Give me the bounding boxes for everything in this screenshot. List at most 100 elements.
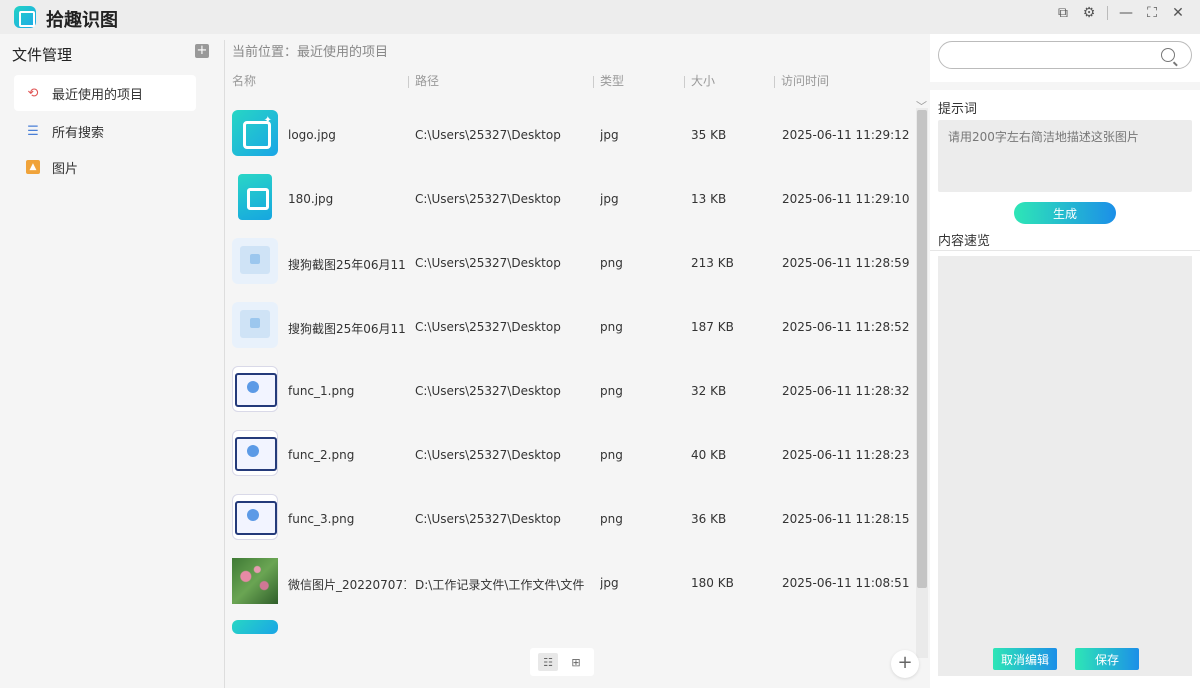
file-name: func_1.png: [288, 384, 355, 398]
settings-icon[interactable]: ⚙: [1081, 5, 1097, 21]
file-type: jpg: [600, 192, 619, 206]
file-thumbnail: [232, 494, 278, 540]
file-size: 180 KB: [691, 576, 734, 590]
file-type: png: [600, 448, 623, 462]
image-icon: ▲: [26, 160, 40, 174]
scrollbar[interactable]: [916, 108, 928, 658]
table-row[interactable]: 180.jpg C:\Users\25327\Desktop jpg 13 KB…: [226, 170, 916, 234]
file-thumbnail: [238, 174, 272, 220]
title-bar: 拾趣识图 ⧉ ⚙ — ⛶ ✕: [0, 0, 1200, 34]
sidebar-item-label: 所有搜索: [52, 125, 105, 141]
file-time: 2025-06-11 11:29:12: [782, 128, 910, 142]
file-name: logo.jpg: [288, 128, 336, 142]
file-path: C:\Users\25327\Desktop: [415, 384, 561, 398]
sidebar-item-label: 最近使用的项目: [52, 87, 144, 103]
file-time: 2025-06-11 11:08:51: [782, 576, 910, 590]
file-path: C:\Users\25327\Desktop: [415, 192, 561, 206]
content-preview-area[interactable]: [938, 256, 1192, 676]
close-icon[interactable]: ✕: [1170, 5, 1186, 21]
pin-icon[interactable]: ⧉: [1055, 5, 1071, 21]
add-folder-button[interactable]: +: [195, 44, 209, 58]
table-row-partial[interactable]: [226, 620, 916, 634]
sidebar-item-images[interactable]: ▲ 图片: [14, 149, 196, 185]
file-path: C:\Users\25327\Desktop: [415, 128, 561, 142]
sidebar-item-all-searches[interactable]: ☰ 所有搜索: [14, 113, 196, 149]
app-logo-icon: [14, 6, 36, 28]
generate-button[interactable]: 生成: [1014, 202, 1116, 224]
app-title: 拾趣识图: [46, 10, 118, 31]
scrollbar-thumb[interactable]: [917, 110, 927, 588]
column-type: 类型: [600, 74, 625, 88]
grid-view-icon[interactable]: ⊞: [566, 653, 586, 671]
save-button[interactable]: 保存: [1075, 648, 1139, 670]
file-type: png: [600, 384, 623, 398]
file-size: 187 KB: [691, 320, 734, 334]
prompt-input[interactable]: [938, 120, 1192, 192]
table-row[interactable]: logo.jpg C:\Users\25327\Desktop jpg 35 K…: [226, 106, 916, 170]
search-box[interactable]: [938, 41, 1192, 69]
preview-divider: [930, 250, 1200, 251]
file-size: 36 KB: [691, 512, 727, 526]
add-file-button[interactable]: +: [891, 650, 919, 678]
file-size: 32 KB: [691, 384, 727, 398]
file-type: png: [600, 512, 623, 526]
file-time: 2025-06-11 11:28:52: [782, 320, 910, 334]
column-type-header[interactable]: 类型: [593, 72, 624, 89]
minimize-icon[interactable]: —: [1118, 5, 1134, 21]
file-time: 2025-06-11 11:28:23: [782, 448, 910, 462]
window-controls: ⧉ ⚙ — ⛶ ✕: [1055, 5, 1186, 21]
file-path: D:\工作记录文件\工作文件\文件1: [415, 578, 585, 592]
column-size-header[interactable]: 大小: [684, 72, 715, 89]
table-row[interactable]: 微信图片_20220707170 D:\工作记录文件\工作文件\文件1 jpg …: [226, 554, 916, 618]
search-icon[interactable]: [1161, 48, 1175, 62]
sidebar-header: 文件管理: [12, 46, 73, 64]
file-path: C:\Users\25327\Desktop: [415, 320, 561, 334]
table-row[interactable]: func_2.png C:\Users\25327\Desktop png 40…: [226, 426, 916, 490]
file-name: 微信图片_20220707170: [288, 578, 406, 592]
sidebar-item-recent[interactable]: ⟲ 最近使用的项目: [14, 75, 196, 111]
file-time: 2025-06-11 11:28:15: [782, 512, 910, 526]
file-thumbnail: [232, 238, 278, 284]
file-type: jpg: [600, 576, 619, 590]
clock-icon: ⟲: [27, 85, 39, 101]
search-input[interactable]: [951, 46, 1151, 64]
sidebar-divider: [224, 40, 225, 688]
file-path: C:\Users\25327\Desktop: [415, 256, 561, 270]
window-controls-divider: [1107, 6, 1108, 20]
file-size: 213 KB: [691, 256, 734, 270]
detail-panel: 提示词 生成 内容速览 取消编辑 保存: [930, 34, 1200, 688]
table-row[interactable]: 搜狗截图25年06月11日1 C:\Users\25327\Desktop pn…: [226, 298, 916, 362]
column-time-header[interactable]: 访问时间: [774, 72, 829, 89]
table-row[interactable]: func_1.png C:\Users\25327\Desktop png 32…: [226, 362, 916, 426]
file-time: 2025-06-11 11:29:10: [782, 192, 910, 206]
view-toggle: ☷ ⊞: [530, 648, 594, 676]
maximize-icon[interactable]: ⛶: [1144, 5, 1160, 21]
table-row[interactable]: 搜狗截图25年06月11日1 C:\Users\25327\Desktop pn…: [226, 234, 916, 298]
file-size: 40 KB: [691, 448, 727, 462]
cancel-edit-button[interactable]: 取消编辑: [993, 648, 1057, 670]
column-name[interactable]: 名称: [232, 72, 256, 89]
file-time: 2025-06-11 11:28:32: [782, 384, 910, 398]
file-thumbnail: [232, 558, 278, 604]
preview-label: 内容速览: [938, 234, 991, 249]
file-thumbnail: [232, 302, 278, 348]
file-type: png: [600, 320, 623, 334]
file-list: logo.jpg C:\Users\25327\Desktop jpg 35 K…: [226, 106, 916, 634]
file-list-panel: 当前位置：最近使用的项目 名称 路径 类型 大小 访问时间 ﹀ logo.jpg…: [226, 34, 928, 688]
list-view-icon[interactable]: ☷: [538, 653, 558, 671]
breadcrumb: 当前位置：最近使用的项目: [232, 45, 389, 60]
column-path: 路径: [415, 74, 440, 88]
table-row[interactable]: func_3.png C:\Users\25327\Desktop png 36…: [226, 490, 916, 554]
column-path-header[interactable]: 路径: [408, 72, 439, 89]
table-header: 名称 路径 类型 大小 访问时间: [232, 72, 922, 90]
file-type: jpg: [600, 128, 619, 142]
file-thumbnail: [232, 430, 278, 476]
list-icon: ☰: [27, 123, 39, 139]
prompt-label: 提示词: [938, 102, 978, 117]
file-name: 搜狗截图25年06月11日1: [288, 258, 406, 272]
file-name: 搜狗截图25年06月11日1: [288, 322, 406, 336]
file-type: png: [600, 256, 623, 270]
file-size: 35 KB: [691, 128, 727, 142]
sidebar-item-label: 图片: [52, 161, 79, 177]
panel-separator: [930, 82, 1200, 90]
